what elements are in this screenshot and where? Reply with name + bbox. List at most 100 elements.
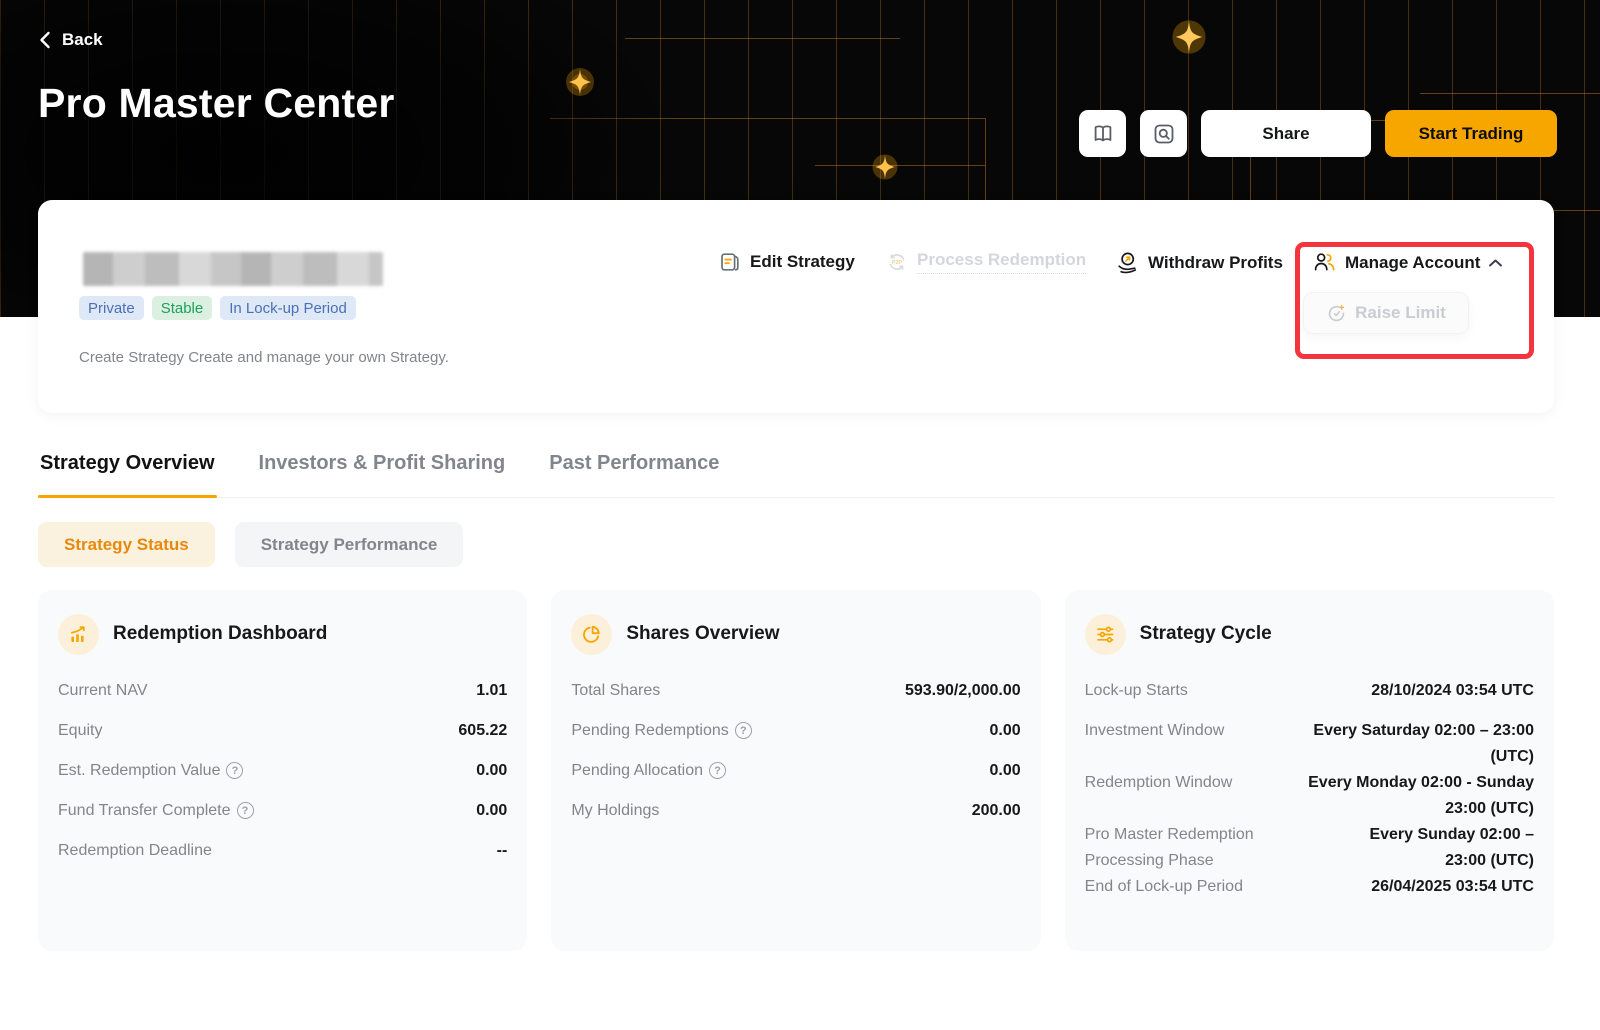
card-header: Strategy Cycle — [1084, 612, 1534, 656]
row-label: Investment Window — [1084, 722, 1225, 739]
row-my-holdings: My Holdings 200.00 — [571, 798, 1020, 838]
help-icon[interactable]: ? — [708, 762, 726, 779]
help-icon[interactable]: ? — [734, 722, 752, 739]
process-redemption-label: Process Redemption — [917, 250, 1087, 274]
row-label: Est. Redemption Value — [58, 762, 221, 779]
row-investment-window: Investment Window Every Saturday 02:00 –… — [1085, 718, 1534, 770]
book-icon — [1094, 124, 1111, 141]
row-value: 200.00 — [971, 802, 1021, 819]
card-title: Redemption Dashboard — [113, 623, 328, 644]
hand-coin-icon — [1118, 252, 1137, 274]
row-label: Redemption Deadline — [58, 842, 212, 859]
row-label: Fund Transfer Complete — [58, 802, 231, 819]
row-value: -- — [496, 842, 508, 859]
chevron-up-icon — [1489, 259, 1503, 266]
row-value: 1.01 — [476, 682, 508, 699]
strategy-description: Create Strategy Create and manage your o… — [79, 349, 449, 366]
row-end-of-lockup: End of Lock-up Period 26/04/2025 03:54 U… — [1085, 874, 1534, 914]
card-title: Strategy Cycle — [1139, 623, 1272, 644]
edit-strategy-label: Edit Strategy — [750, 252, 855, 271]
magnifier-document-icon — [1154, 124, 1173, 143]
pie-chart-icon — [571, 613, 613, 655]
row-value: Every Saturday 02:00 – 23:00 (UTC) — [1313, 722, 1534, 765]
withdraw-profits-label: Withdraw Profits — [1148, 252, 1283, 272]
bar-chart-up-icon — [58, 613, 99, 655]
row-value: 0.00 — [989, 722, 1021, 739]
main-tabs: Strategy Overview Investors & Profit Sha… — [38, 450, 1554, 498]
row-value: Every Monday 02:00 - Sunday 23:00 (UTC) — [1308, 774, 1534, 817]
strategy-badges: Private Stable In Lock-up Period — [79, 296, 356, 320]
raise-limit-label: Raise Limit — [1355, 303, 1446, 322]
row-value: 605.22 — [458, 722, 508, 739]
sub-tabs: Strategy Status Strategy Performance — [38, 522, 464, 567]
guide-book-button[interactable] — [1079, 110, 1126, 157]
row-label: Lock-up Starts — [1084, 682, 1188, 699]
tab-investors-profit-sharing[interactable]: Investors & Profit Sharing — [257, 450, 508, 497]
shares-overview-card: Shares Overview Total Shares 593.90/2,00… — [551, 590, 1041, 951]
row-value: 26/04/2025 03:54 UTC — [1371, 878, 1534, 895]
strategy-name-redacted — [83, 252, 383, 286]
row-current-nav: Current NAV 1.01 — [58, 678, 507, 718]
badge-private: Private — [79, 296, 144, 320]
badge-lockup: In Lock-up Period — [220, 296, 356, 320]
row-value: 28/10/2024 03:54 UTC — [1371, 682, 1534, 699]
row-redemption-deadline: Redemption Deadline -- — [58, 838, 507, 878]
card-rows: Current NAV 1.01 Equity 605.22 Est. Rede… — [58, 678, 507, 878]
row-total-shares: Total Shares 593.90/2,000.00 — [571, 678, 1020, 718]
row-value: Every Sunday 02:00 – 23:00 (UTC) — [1369, 826, 1534, 869]
badge-stable: Stable — [151, 296, 213, 320]
process-redemption-button-disabled[interactable]: P2P Process Redemption — [885, 250, 1087, 274]
preview-search-button[interactable] — [1140, 110, 1187, 157]
row-label: Current NAV — [58, 682, 148, 699]
row-redemption-window: Redemption Window Every Monday 02:00 - S… — [1085, 770, 1534, 822]
row-pending-redemptions: Pending Redemptions ? 0.00 — [571, 718, 1021, 758]
card-rows: Lock-up Starts 28/10/2024 03:54 UTC Inve… — [1085, 678, 1534, 914]
strategy-cycle-card: Strategy Cycle Lock-up Starts 28/10/2024… — [1064, 590, 1554, 951]
share-button[interactable]: Share — [1201, 110, 1371, 157]
subtab-strategy-performance[interactable]: Strategy Performance — [234, 522, 464, 567]
tab-past-performance[interactable]: Past Performance — [547, 450, 721, 497]
card-header: Redemption Dashboard — [58, 612, 507, 656]
card-title: Shares Overview — [626, 623, 780, 644]
row-equity: Equity 605.22 — [58, 718, 507, 758]
row-pro-master-redemption-phase: Pro Master Redemption Processing Phase E… — [1085, 822, 1534, 874]
help-icon[interactable]: ? — [236, 802, 254, 819]
pro-master-center-page: Back Pro Master Center Share Start Tradi… — [0, 0, 1600, 1030]
p2p-redemption-icon: P2P — [889, 254, 905, 270]
card-rows: Total Shares 593.90/2,000.00 Pending Red… — [571, 678, 1020, 838]
manage-account-dropdown-toggle[interactable]: Manage Account — [1312, 250, 1503, 275]
hero-action-buttons: Share Start Trading — [1079, 110, 1557, 157]
row-label: Pending Redemptions — [571, 722, 729, 739]
withdraw-profits-button[interactable]: Withdraw Profits — [1115, 250, 1283, 275]
back-label: Back — [62, 30, 103, 49]
edit-strategy-button[interactable]: Edit Strategy — [718, 250, 855, 274]
page-title: Pro Master Center — [38, 80, 395, 126]
people-duo-icon — [1314, 253, 1335, 271]
edit-strategy-icon — [721, 253, 739, 271]
row-label: Equity — [58, 722, 103, 739]
row-label: Redemption Window — [1084, 774, 1233, 791]
row-est-redemption-value: Est. Redemption Value ? 0.00 — [58, 758, 507, 798]
strategy-summary-card: Private Stable In Lock-up Period Create … — [38, 200, 1554, 413]
chevron-left-icon — [40, 31, 50, 49]
row-label: Pro Master Redemption Processing Phase — [1084, 826, 1254, 869]
raise-limit-gauge-icon — [1328, 304, 1345, 321]
row-value: 0.00 — [476, 762, 508, 779]
card-header: Shares Overview — [571, 612, 1020, 656]
subtab-strategy-status[interactable]: Strategy Status — [38, 522, 215, 567]
back-button[interactable]: Back — [38, 30, 103, 50]
overview-cards: Redemption Dashboard Current NAV 1.01 Eq… — [38, 590, 1554, 951]
help-icon[interactable]: ? — [226, 762, 244, 779]
row-value: 593.90/2,000.00 — [904, 682, 1021, 699]
row-value: 0.00 — [989, 762, 1021, 779]
redemption-dashboard-card: Redemption Dashboard Current NAV 1.01 Eq… — [38, 590, 528, 951]
tab-strategy-overview[interactable]: Strategy Overview — [38, 450, 217, 498]
row-lockup-starts: Lock-up Starts 28/10/2024 03:54 UTC — [1085, 678, 1534, 718]
row-label: Pending Allocation — [571, 762, 703, 779]
row-pending-allocation: Pending Allocation ? 0.00 — [571, 758, 1021, 798]
row-label: End of Lock-up Period — [1084, 878, 1243, 895]
raise-limit-button-disabled[interactable]: Raise Limit — [1303, 292, 1469, 334]
row-value: 0.00 — [476, 802, 508, 819]
row-label: Total Shares — [571, 682, 661, 699]
start-trading-button[interactable]: Start Trading — [1385, 110, 1557, 157]
